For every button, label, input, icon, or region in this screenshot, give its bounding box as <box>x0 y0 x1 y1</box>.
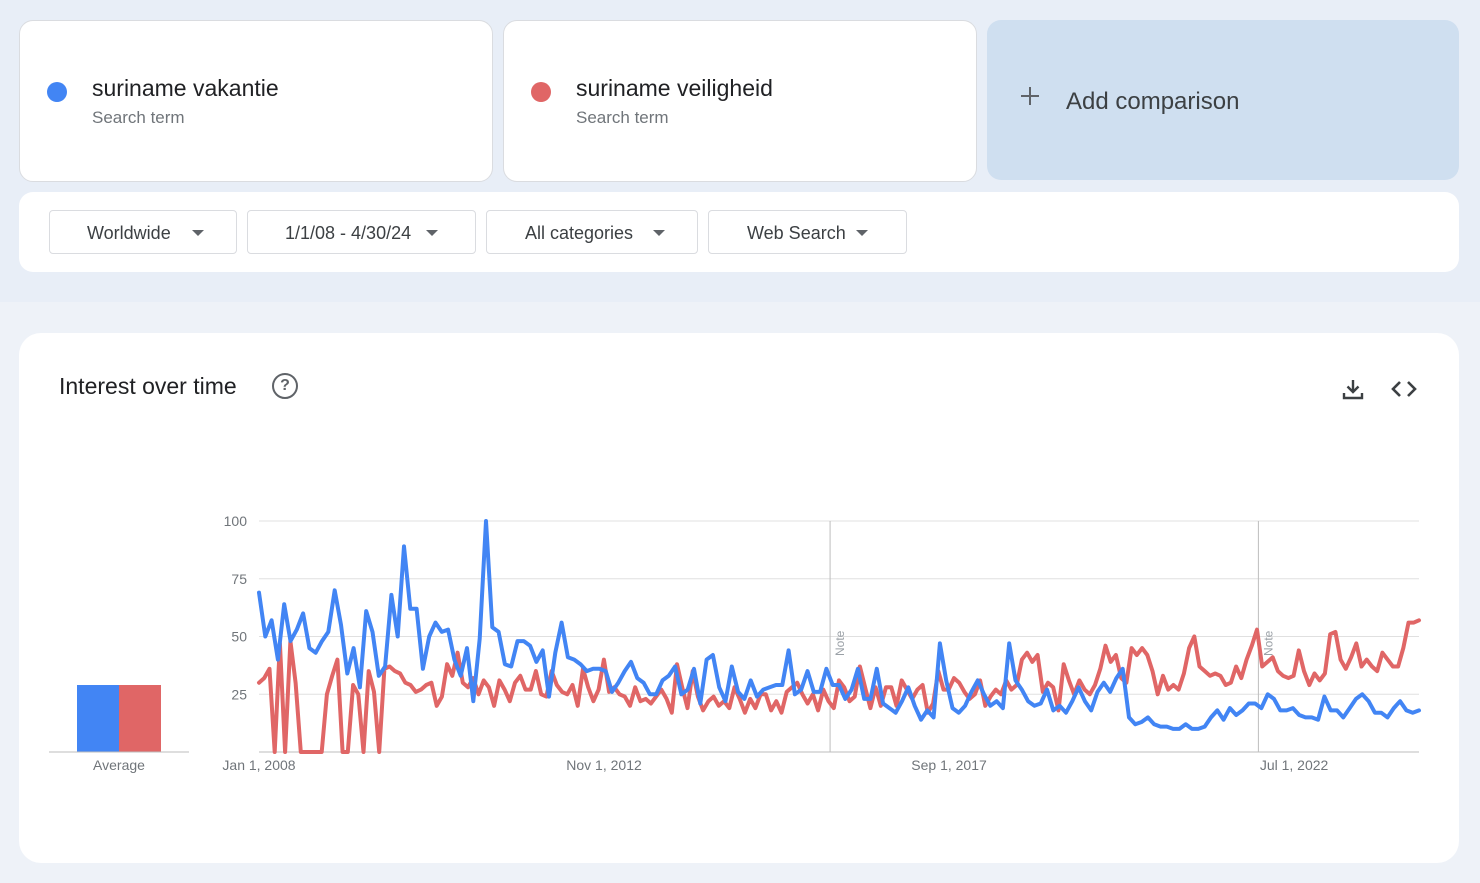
term-type: Search term <box>92 108 185 127</box>
chevron-down-icon <box>653 230 665 236</box>
category-value: All categories <box>525 223 634 243</box>
term-card-2[interactable]: suriname veiligheid Search term <box>503 20 977 182</box>
search-type-value: Web Search <box>747 223 846 243</box>
y-tick-label: 75 <box>231 571 247 587</box>
note-label: Note <box>833 630 847 656</box>
filter-bar: Worldwide 1/1/08 - 4/30/24 All categorie… <box>19 192 1459 272</box>
y-tick-label: 50 <box>231 629 247 645</box>
add-comparison-label: Add comparison <box>1066 88 1240 115</box>
y-tick-label: 25 <box>231 686 247 702</box>
term-name[interactable]: suriname veiligheid <box>576 75 773 102</box>
term-name[interactable]: suriname vakantie <box>92 75 279 102</box>
y-tick-label: 100 <box>224 513 248 529</box>
date-range-value: 1/1/08 - 4/30/24 <box>285 223 412 243</box>
term-card-1[interactable]: suriname vakantie Search term <box>19 20 493 182</box>
note-label: Note <box>1261 630 1275 656</box>
region-value: Worldwide <box>87 223 171 243</box>
series-color-dot <box>531 82 551 102</box>
x-tick-label: Jul 1, 2022 <box>1260 757 1329 773</box>
series-color-dot <box>47 82 67 102</box>
average-bar-1 <box>77 685 119 752</box>
average-bar-2 <box>119 685 161 752</box>
term-type: Search term <box>576 108 669 127</box>
x-tick-label: Nov 1, 2012 <box>566 757 642 773</box>
x-tick-label: Sep 1, 2017 <box>911 757 987 773</box>
add-comparison-button[interactable]: Add comparison <box>987 20 1459 180</box>
date-range-dropdown[interactable]: 1/1/08 - 4/30/24 <box>247 210 476 254</box>
chevron-down-icon <box>192 230 204 236</box>
chevron-down-icon <box>426 230 438 236</box>
search-type-dropdown[interactable]: Web Search <box>708 210 907 254</box>
average-label: Average <box>93 757 145 773</box>
chevron-down-icon <box>856 230 868 236</box>
region-dropdown[interactable]: Worldwide <box>49 210 237 254</box>
interest-chart: 100 75 50 25 Jan 1, 2008 Nov 1, 2012 Sep 1, 20… <box>49 513 1421 773</box>
x-tick-label: Jan 1, 2008 <box>222 757 295 773</box>
interest-over-time-panel: Interest over time ? 100 75 50 25 Jan 1, 200… <box>19 333 1459 863</box>
plus-icon <box>1020 86 1040 106</box>
category-dropdown[interactable]: All categories <box>486 210 698 254</box>
